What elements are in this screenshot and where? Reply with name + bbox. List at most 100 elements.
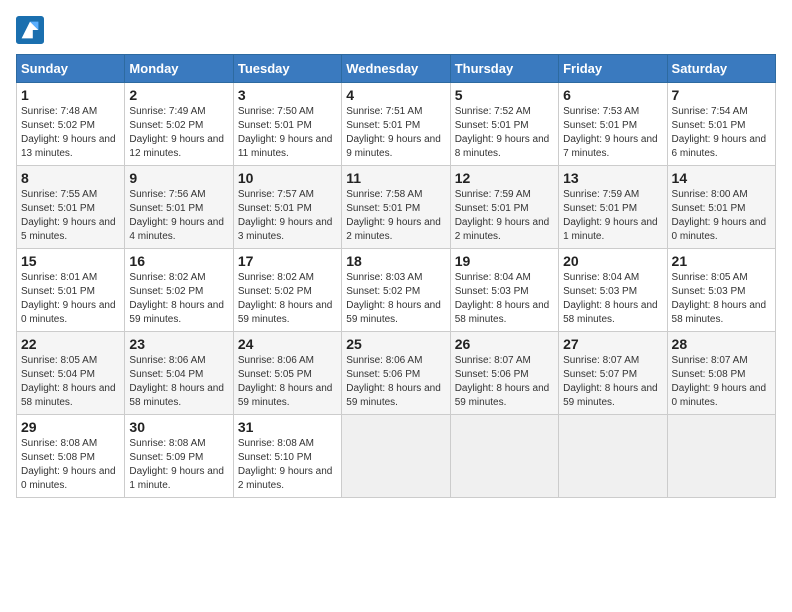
day-number: 28 [672,336,771,352]
day-number: 9 [129,170,228,186]
day-number: 2 [129,87,228,103]
header-friday: Friday [559,55,667,83]
table-row: 23 Sunrise: 8:06 AM Sunset: 5:04 PM Dayli… [125,332,233,415]
table-row: 10 Sunrise: 7:57 AM Sunset: 5:01 PM Dayli… [233,166,341,249]
day-info: Sunrise: 8:08 AM Sunset: 5:08 PM Dayligh… [21,437,120,493]
day-number: 27 [563,336,662,352]
table-row: 17 Sunrise: 8:02 AM Sunset: 5:02 PM Dayli… [233,249,341,332]
table-row: 24Sunrise: 8:06 AM Sunset: 5:05 PM Dayli… [233,332,341,415]
calendar-week-1: 8 Sunrise: 7:55 AM Sunset: 5:01 PM Daylig… [17,166,776,249]
table-row: 30 Sunrise: 8:08 AM Sunset: 5:09 PM Dayli… [125,415,233,498]
day-number: 6 [563,87,662,103]
day-info: Sunrise: 7:57 AM Sunset: 5:01 PM Dayligh… [238,188,337,244]
day-info: Sunrise: 8:08 AM Sunset: 5:09 PM Dayligh… [129,437,228,493]
day-info: Sunrise: 7:56 AM Sunset: 5:01 PM Dayligh… [129,188,228,244]
day-number: 1 [21,87,120,103]
day-info: Sunrise: 8:06 AM Sunset: 5:05 PM Dayligh… [238,354,337,410]
header-thursday: Thursday [450,55,558,83]
table-row [559,415,667,498]
day-number: 13 [563,170,662,186]
day-info: Sunrise: 7:51 AM Sunset: 5:01 PM Dayligh… [346,105,445,161]
day-info: Sunrise: 8:06 AM Sunset: 5:06 PM Dayligh… [346,354,445,410]
calendar-table: SundayMondayTuesdayWednesdayThursdayFrid… [16,54,776,498]
day-info: Sunrise: 8:04 AM Sunset: 5:03 PM Dayligh… [563,271,662,327]
header-tuesday: Tuesday [233,55,341,83]
table-row: 6 Sunrise: 7:53 AM Sunset: 5:01 PM Daylig… [559,83,667,166]
day-number: 22 [21,336,120,352]
day-number: 11 [346,170,445,186]
page-header [16,16,776,44]
day-info: Sunrise: 7:52 AM Sunset: 5:01 PM Dayligh… [455,105,554,161]
table-row: 1 Sunrise: 7:48 AM Sunset: 5:02 PM Daylig… [17,83,125,166]
day-number: 20 [563,253,662,269]
day-number: 31 [238,419,337,435]
table-row: 3 Sunrise: 7:50 AM Sunset: 5:01 PM Daylig… [233,83,341,166]
table-row: 28 Sunrise: 8:07 AM Sunset: 5:08 PM Dayli… [667,332,775,415]
day-number: 3 [238,87,337,103]
day-info: Sunrise: 8:05 AM Sunset: 5:03 PM Dayligh… [672,271,771,327]
day-number: 23 [129,336,228,352]
table-row: 12Sunrise: 7:59 AM Sunset: 5:01 PM Dayli… [450,166,558,249]
table-row [667,415,775,498]
table-row: 29 Sunrise: 8:08 AM Sunset: 5:08 PM Dayli… [17,415,125,498]
day-info: Sunrise: 7:53 AM Sunset: 5:01 PM Dayligh… [563,105,662,161]
day-info: Sunrise: 7:55 AM Sunset: 5:01 PM Dayligh… [21,188,120,244]
day-info: Sunrise: 8:06 AM Sunset: 5:04 PM Dayligh… [129,354,228,410]
table-row [342,415,450,498]
logo-icon [16,16,44,44]
day-info: Sunrise: 7:49 AM Sunset: 5:02 PM Dayligh… [129,105,228,161]
day-info: Sunrise: 8:07 AM Sunset: 5:07 PM Dayligh… [563,354,662,410]
table-row: 14 Sunrise: 8:00 AM Sunset: 5:01 PM Dayli… [667,166,775,249]
day-info: Sunrise: 7:50 AM Sunset: 5:01 PM Dayligh… [238,105,337,161]
day-info: Sunrise: 7:59 AM Sunset: 5:01 PM Dayligh… [455,188,554,244]
table-row: 7 Sunrise: 7:54 AM Sunset: 5:01 PM Daylig… [667,83,775,166]
calendar-week-3: 22 Sunrise: 8:05 AM Sunset: 5:04 PM Dayli… [17,332,776,415]
day-number: 18 [346,253,445,269]
day-info: Sunrise: 8:03 AM Sunset: 5:02 PM Dayligh… [346,271,445,327]
table-row: 26Sunrise: 8:07 AM Sunset: 5:06 PM Dayli… [450,332,558,415]
table-row: 27 Sunrise: 8:07 AM Sunset: 5:07 PM Dayli… [559,332,667,415]
logo [16,16,48,44]
header-monday: Monday [125,55,233,83]
day-number: 15 [21,253,120,269]
table-row: 9 Sunrise: 7:56 AM Sunset: 5:01 PM Daylig… [125,166,233,249]
day-info: Sunrise: 8:07 AM Sunset: 5:08 PM Dayligh… [672,354,771,410]
calendar-week-2: 15Sunrise: 8:01 AM Sunset: 5:01 PM Dayli… [17,249,776,332]
header-wednesday: Wednesday [342,55,450,83]
table-row [450,415,558,498]
table-row: 31 Sunrise: 8:08 AM Sunset: 5:10 PM Dayli… [233,415,341,498]
day-info: Sunrise: 8:02 AM Sunset: 5:02 PM Dayligh… [238,271,337,327]
table-row: 19Sunrise: 8:04 AM Sunset: 5:03 PM Dayli… [450,249,558,332]
table-row: 22 Sunrise: 8:05 AM Sunset: 5:04 PM Dayli… [17,332,125,415]
day-number: 14 [672,170,771,186]
table-row: 2 Sunrise: 7:49 AM Sunset: 5:02 PM Daylig… [125,83,233,166]
day-info: Sunrise: 8:05 AM Sunset: 5:04 PM Dayligh… [21,354,120,410]
table-row: 8 Sunrise: 7:55 AM Sunset: 5:01 PM Daylig… [17,166,125,249]
day-number: 5 [455,87,554,103]
table-row: 18 Sunrise: 8:03 AM Sunset: 5:02 PM Dayli… [342,249,450,332]
day-info: Sunrise: 7:54 AM Sunset: 5:01 PM Dayligh… [672,105,771,161]
day-number: 10 [238,170,337,186]
calendar-week-0: 1 Sunrise: 7:48 AM Sunset: 5:02 PM Daylig… [17,83,776,166]
day-number: 30 [129,419,228,435]
day-info: Sunrise: 8:02 AM Sunset: 5:02 PM Dayligh… [129,271,228,327]
table-row: 11Sunrise: 7:58 AM Sunset: 5:01 PM Dayli… [342,166,450,249]
day-info: Sunrise: 7:48 AM Sunset: 5:02 PM Dayligh… [21,105,120,161]
day-number: 7 [672,87,771,103]
day-number: 21 [672,253,771,269]
table-row: 20 Sunrise: 8:04 AM Sunset: 5:03 PM Dayli… [559,249,667,332]
table-row: 4 Sunrise: 7:51 AM Sunset: 5:01 PM Daylig… [342,83,450,166]
day-number: 29 [21,419,120,435]
day-number: 17 [238,253,337,269]
day-info: Sunrise: 8:07 AM Sunset: 5:06 PM Dayligh… [455,354,554,410]
table-row: 25Sunrise: 8:06 AM Sunset: 5:06 PM Dayli… [342,332,450,415]
day-info: Sunrise: 8:00 AM Sunset: 5:01 PM Dayligh… [672,188,771,244]
day-number: 8 [21,170,120,186]
day-number: 19 [455,253,554,269]
day-number: 4 [346,87,445,103]
calendar-week-4: 29 Sunrise: 8:08 AM Sunset: 5:08 PM Dayli… [17,415,776,498]
table-row: 15Sunrise: 8:01 AM Sunset: 5:01 PM Dayli… [17,249,125,332]
header-row: SundayMondayTuesdayWednesdayThursdayFrid… [17,55,776,83]
day-info: Sunrise: 7:59 AM Sunset: 5:01 PM Dayligh… [563,188,662,244]
day-info: Sunrise: 8:08 AM Sunset: 5:10 PM Dayligh… [238,437,337,493]
